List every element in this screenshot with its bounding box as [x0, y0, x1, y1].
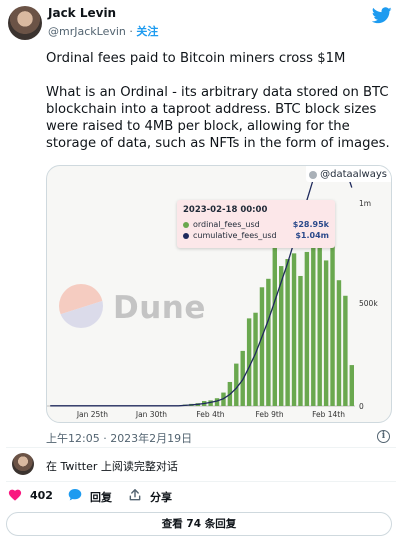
tooltip-label: ordinal_fees_usd [193, 220, 260, 229]
share-button[interactable]: 分享 [128, 487, 178, 505]
author-small-avatar[interactable] [12, 453, 34, 475]
divider [6, 447, 396, 448]
share-label: 分享 [150, 491, 172, 504]
tooltip-date: 2023-02-18 00:00 [183, 205, 268, 215]
x-tick-label: Jan 25th [76, 410, 108, 419]
x-tick-label: Jan 30th [135, 410, 167, 419]
bar-ordinal-fees [336, 280, 342, 406]
twitter-bird-icon[interactable] [372, 7, 392, 24]
follow-button[interactable]: 关注 [136, 25, 158, 38]
bar-ordinal-fees [349, 365, 354, 406]
reply-button[interactable]: 回复 [68, 487, 116, 505]
author-avatar[interactable] [8, 6, 42, 40]
chart-tooltip: 2023-02-18 00:00 ordinal_fees_usd $28.95… [177, 200, 335, 248]
bar-ordinal-fees [330, 233, 335, 406]
bar-ordinal-fees [234, 363, 239, 406]
y-tick-label: 0 [359, 402, 364, 411]
x-tick-label: Feb 4th [196, 410, 224, 419]
ordinal-fees-swatch [183, 222, 189, 228]
tooltip-row-ordinal-fees: ordinal_fees_usd $28.95k [183, 220, 329, 231]
divider [6, 481, 396, 482]
bar-ordinal-fees [246, 318, 252, 406]
y-tick-label: 500k [359, 299, 378, 308]
like-button[interactable]: 402 [8, 487, 54, 505]
tooltip-value: $28.95k [292, 220, 329, 229]
author-handle-row: @mrJackLevin · 关注 [48, 23, 158, 39]
bar-ordinal-fees [323, 260, 329, 406]
dataalways-watermark: @dataalways [306, 166, 391, 182]
author-handle[interactable]: @mrJackLevin [48, 25, 126, 38]
y-tick-label: 1m [359, 199, 371, 208]
bar-ordinal-fees [311, 232, 316, 406]
tooltip-label: cumulative_fees_usd [193, 231, 277, 240]
bar-ordinal-fees [304, 251, 310, 406]
like-count: 402 [30, 489, 53, 502]
share-upload-icon [129, 489, 141, 501]
tweet-header: Jack Levin @mrJackLevin · 关注 [0, 0, 402, 44]
x-tick-label: Feb 14th [312, 410, 345, 419]
read-full-conversation-link[interactable]: 在 Twitter 上阅读完整对话 [46, 458, 178, 474]
view-replies-button[interactable]: 查看 74 条回复 [6, 512, 392, 536]
bar-ordinal-fees [272, 236, 277, 406]
bar-ordinal-fees [291, 253, 297, 406]
bar-ordinal-fees [285, 259, 290, 406]
handle-separator: · [125, 25, 137, 38]
x-tick-label: Feb 9th [255, 410, 283, 419]
bar-ordinal-fees [343, 295, 348, 406]
tweet-text: Ordinal fees paid to Bitcoin miners cros… [46, 51, 390, 151]
info-icon[interactable]: i [377, 430, 390, 443]
bar-ordinal-fees [298, 275, 303, 406]
tweet-timestamp[interactable]: 上午12:05 · 2023年2月19日 [46, 430, 192, 446]
bar-ordinal-fees [259, 287, 265, 406]
bar-ordinal-fees [214, 398, 220, 406]
reply-bubble-icon [68, 488, 82, 501]
bar-ordinal-fees [253, 312, 258, 406]
author-name[interactable]: Jack Levin [48, 6, 116, 20]
heart-icon [8, 489, 22, 501]
bar-ordinal-fees [266, 278, 271, 406]
tweet-actions: 402 回复 分享 [0, 487, 402, 505]
tweet-media-chart[interactable]: Dune Jan 25th Jan 30th Feb 4th Feb 9th Feb 1… [46, 165, 392, 423]
tooltip-value: $1.04m [295, 231, 329, 240]
cumulative-fees-swatch [183, 233, 189, 239]
reply-label: 回复 [90, 491, 112, 504]
tooltip-row-cumulative-fees: cumulative_fees_usd $1.04m [183, 231, 329, 242]
